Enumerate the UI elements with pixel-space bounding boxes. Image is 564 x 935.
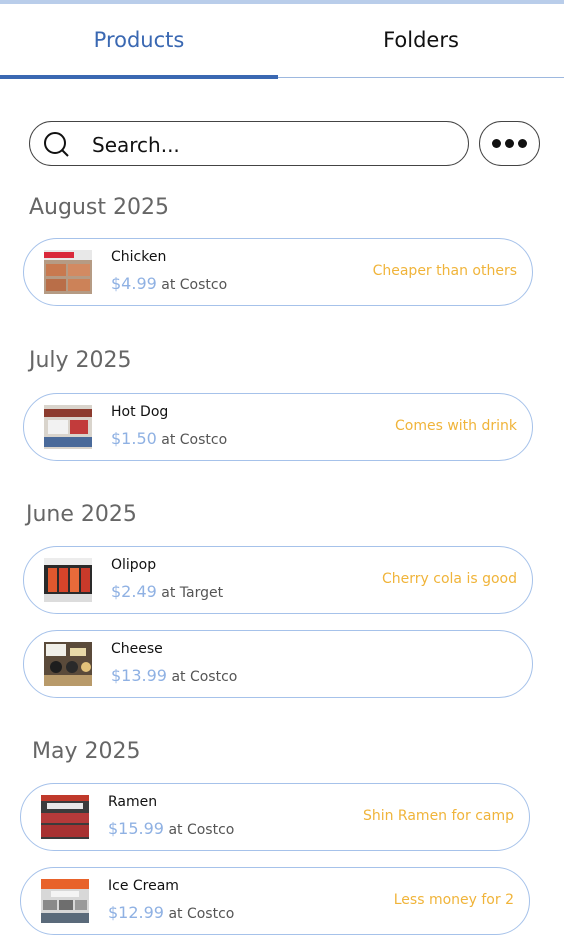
product-card-hot-dog[interactable]: Hot Dog $1.50 at Costco Comes with drink xyxy=(23,393,533,461)
product-thumbnail xyxy=(44,558,92,602)
product-store: at Target xyxy=(161,585,224,601)
month-heading: July 2025 xyxy=(29,348,132,373)
active-tab-indicator xyxy=(0,75,278,79)
more-horizontal-icon xyxy=(492,139,527,148)
product-note: Cheaper than others xyxy=(372,263,517,279)
search-icon xyxy=(44,132,69,157)
price-line: $12.99 at Costco xyxy=(108,903,234,922)
price-line: $4.99 at Costco xyxy=(111,274,227,293)
product-price: $12.99 xyxy=(108,903,164,922)
product-name: Ice Cream xyxy=(108,878,179,894)
product-name: Ramen xyxy=(108,794,158,810)
price-line: $13.99 at Costco xyxy=(111,666,237,685)
product-card-ramen[interactable]: Ramen $15.99 at Costco Shin Ramen for ca… xyxy=(20,783,530,851)
product-name: Olipop xyxy=(111,557,157,573)
more-options-button[interactable] xyxy=(479,121,540,166)
tab-folders[interactable]: Folders xyxy=(278,4,564,76)
tab-bar: Products Folders xyxy=(0,4,564,79)
price-line: $15.99 at Costco xyxy=(108,819,234,838)
product-store: at Costco xyxy=(171,669,238,685)
product-card-ice-cream[interactable]: Ice Cream $12.99 at Costco Less money fo… xyxy=(20,867,530,935)
product-price: $2.49 xyxy=(111,582,157,601)
month-heading: May 2025 xyxy=(32,739,141,764)
product-card-olipop[interactable]: Olipop $2.49 at Target Cherry cola is go… xyxy=(23,546,533,614)
product-note: Comes with drink xyxy=(394,418,517,434)
product-store: at Costco xyxy=(161,277,228,293)
product-name: Cheese xyxy=(111,641,163,657)
product-price: $1.50 xyxy=(111,429,157,448)
product-thumbnail xyxy=(41,879,89,923)
product-name: Hot Dog xyxy=(111,404,169,420)
search-input[interactable] xyxy=(90,130,454,160)
product-thumbnail xyxy=(44,642,92,686)
price-line: $1.50 at Costco xyxy=(111,429,227,448)
month-heading: June 2025 xyxy=(26,502,137,527)
product-thumbnail xyxy=(41,795,89,839)
product-name: Chicken xyxy=(111,249,167,265)
product-thumbnail xyxy=(44,250,92,294)
product-card-cheese[interactable]: Cheese $13.99 at Costco xyxy=(23,630,533,698)
search-bar[interactable] xyxy=(29,121,469,166)
product-store: at Costco xyxy=(168,906,235,922)
product-note: Shin Ramen for camp xyxy=(362,808,514,824)
product-store: at Costco xyxy=(168,822,235,838)
tab-divider xyxy=(278,77,564,78)
month-heading: August 2025 xyxy=(29,195,169,220)
product-thumbnail xyxy=(44,405,92,449)
product-note: Cherry cola is good xyxy=(382,571,517,587)
product-note: Less money for 2 xyxy=(393,892,514,908)
product-price: $15.99 xyxy=(108,819,164,838)
product-store: at Costco xyxy=(161,432,228,448)
product-price: $4.99 xyxy=(111,274,157,293)
price-line: $2.49 at Target xyxy=(111,582,223,601)
tab-products[interactable]: Products xyxy=(0,4,278,76)
product-card-chicken[interactable]: Chicken $4.99 at Costco Cheaper than oth… xyxy=(23,238,533,306)
product-price: $13.99 xyxy=(111,666,167,685)
